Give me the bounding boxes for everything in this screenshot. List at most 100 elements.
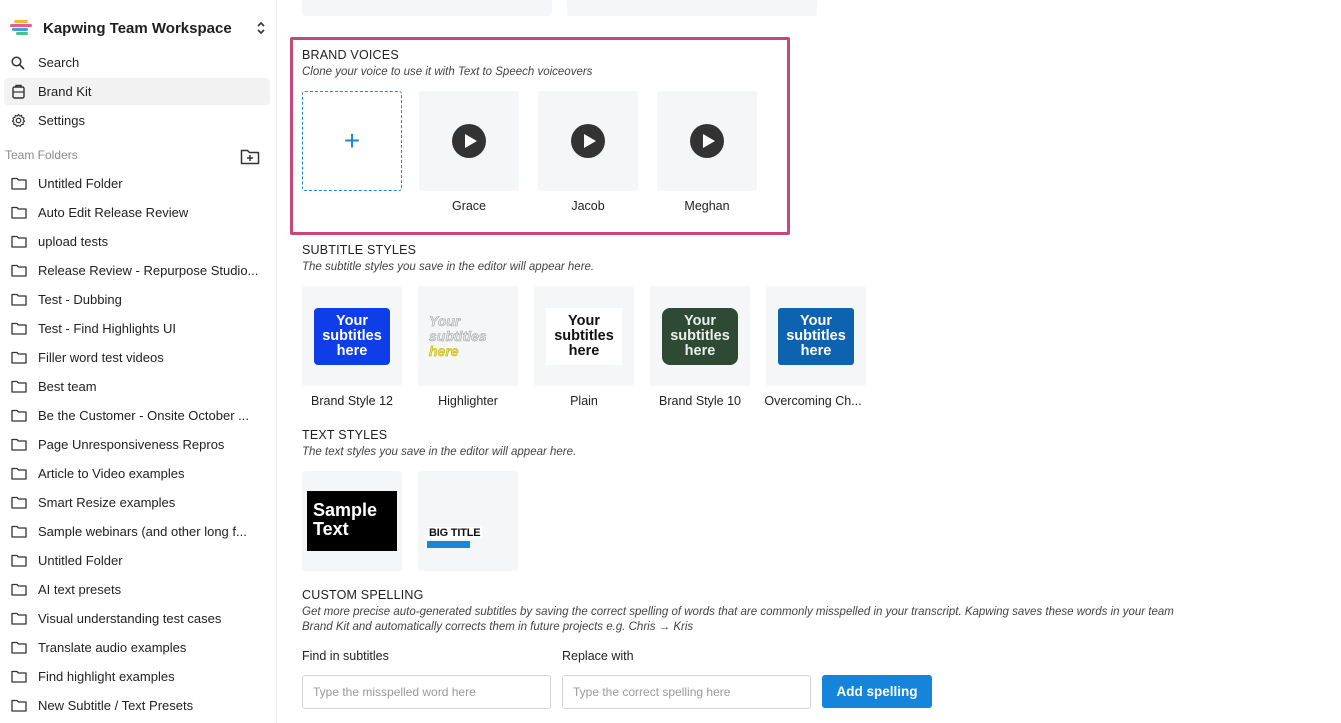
folder-icon — [11, 554, 27, 567]
workspace-switcher[interactable]: Kapwing Team Workspace — [10, 16, 268, 40]
folder-item[interactable]: Article to Video examples — [0, 459, 276, 488]
folder-icon — [11, 467, 27, 480]
folder-label: Untitled Folder — [38, 176, 123, 191]
find-label: Find in subtitles — [302, 649, 389, 663]
partial-card — [302, 0, 552, 16]
folder-label: Article to Video examples — [38, 466, 185, 481]
folder-item[interactable]: Filler word test videos — [0, 343, 276, 372]
folder-item[interactable]: Sample webinars (and other long f... — [0, 517, 276, 546]
nav-search[interactable]: Search — [4, 49, 270, 76]
folder-item[interactable]: Untitled Folder — [0, 546, 276, 575]
kapwing-logo-icon — [10, 20, 32, 36]
folder-icon — [11, 235, 27, 248]
search-icon — [10, 55, 26, 71]
voice-card-grace[interactable] — [419, 91, 519, 191]
brand-kit-icon — [10, 84, 26, 100]
folder-icon — [11, 496, 27, 509]
subtitle-style-highlighter[interactable]: Your subtitles here — [418, 286, 518, 386]
nav-brand-kit[interactable]: Brand Kit — [4, 78, 270, 105]
subtitle-preview: Your subtitles here — [546, 307, 622, 365]
text-preview: Sample Text — [307, 491, 397, 551]
subtitle-preview: Your subtitles here — [662, 307, 738, 365]
folder-item[interactable]: Auto Edit Release Review — [0, 198, 276, 227]
add-spelling-button[interactable]: Add spelling — [822, 675, 932, 708]
folder-label: Test - Dubbing — [38, 292, 122, 307]
subtitle-style-brand-style-10[interactable]: Your subtitles here — [650, 286, 750, 386]
workspace-name: Kapwing Team Workspace — [43, 19, 232, 37]
voice-card-meghan[interactable] — [657, 91, 757, 191]
play-icon[interactable] — [690, 124, 724, 158]
text-style-big-title[interactable]: BIG TITLE — [418, 471, 518, 571]
folder-icon — [11, 670, 27, 683]
misspelled-word-input[interactable] — [302, 675, 551, 709]
subtitle-style-name: Brand Style 10 — [659, 394, 741, 408]
folder-icon — [11, 583, 27, 596]
subtitle-style-plain[interactable]: Your subtitles here — [534, 286, 634, 386]
subtitle-style-overcoming[interactable]: Your subtitles here — [766, 286, 866, 386]
text-preview: BIG TITLE — [427, 527, 483, 539]
folder-label: Smart Resize examples — [38, 495, 176, 510]
folder-icon — [11, 380, 27, 393]
folder-label: Untitled Folder — [38, 553, 123, 568]
folder-item[interactable]: New Subtitle / Text Presets — [0, 691, 276, 720]
folder-item[interactable]: Page Unresponsiveness Repros — [0, 430, 276, 459]
text-preview-bar — [427, 541, 470, 548]
folder-item[interactable]: Untitled Folder — [0, 169, 276, 198]
folder-label: Auto Edit Release Review — [38, 205, 189, 220]
correct-spelling-input[interactable] — [562, 675, 811, 709]
folder-label: Sample webinars (and other long f... — [38, 524, 247, 539]
subtitle-style-name: Highlighter — [438, 394, 498, 408]
folder-label: Be the Customer - Onsite October ... — [38, 408, 249, 423]
folder-item[interactable]: Translate audio examples — [0, 633, 276, 662]
folder-icon — [11, 525, 27, 538]
folder-label: Filler word test videos — [38, 350, 164, 365]
new-folder-button[interactable] — [239, 146, 261, 166]
folder-label: Translate audio examples — [38, 640, 187, 655]
subtitle-style-name: Overcoming Ch... — [764, 394, 862, 408]
folder-item[interactable]: Release Review - Repurpose Studio... — [0, 256, 276, 285]
folder-item[interactable]: Smart Resize examples — [0, 488, 276, 517]
folder-item[interactable]: Be the Customer - Onsite October ... — [0, 401, 276, 430]
folder-item[interactable]: Find highlight examples — [0, 662, 276, 691]
folder-icon — [11, 206, 27, 219]
add-voice-button[interactable]: + — [302, 91, 402, 191]
subtitle-preview: Your subtitles here — [778, 307, 854, 365]
custom-spelling-title: CUSTOM SPELLING — [302, 588, 424, 602]
play-icon[interactable] — [452, 124, 486, 158]
play-icon[interactable] — [571, 124, 605, 158]
folder-icon — [11, 177, 27, 190]
folder-icon — [11, 641, 27, 654]
subtitle-preview: Your subtitles here — [429, 312, 487, 359]
custom-spelling-description: Get more precise auto-generated subtitle… — [302, 606, 1174, 633]
nav-label: Settings — [38, 113, 85, 128]
team-folders-label: Team Folders — [5, 148, 78, 162]
folder-label: Visual understanding test cases — [38, 611, 222, 626]
nav-settings[interactable]: Settings — [4, 107, 270, 134]
folder-item[interactable]: Test - Dubbing — [0, 285, 276, 314]
folder-item[interactable]: Visual understanding test cases — [0, 604, 276, 633]
partial-card — [567, 0, 817, 16]
nav-label: Search — [38, 55, 80, 70]
subtitle-styles-title: SUBTITLE STYLES — [302, 243, 417, 257]
folder-item[interactable]: Best team — [0, 372, 276, 401]
text-styles-subtitle: The text styles you save in the editor w… — [302, 446, 577, 458]
voice-card-jacob[interactable] — [538, 91, 638, 191]
chevron-up-down-icon — [254, 19, 268, 37]
voice-name: Grace — [451, 199, 487, 213]
folder-item[interactable]: upload tests — [0, 227, 276, 256]
subtitle-style-name: Plain — [570, 394, 598, 408]
text-style-sample[interactable]: Sample Text — [302, 471, 402, 571]
folder-icon — [11, 351, 27, 364]
brand-voices-subtitle: Clone your voice to use it with Text to … — [302, 66, 593, 78]
plus-icon: + — [343, 125, 361, 156]
replace-label: Replace with — [562, 649, 634, 663]
subtitle-style-brand-style-12[interactable]: Your subtitles here — [302, 286, 402, 386]
folder-item[interactable]: Test - Find Highlights UI — [0, 314, 276, 343]
subtitle-preview: Your subtitles here — [314, 307, 390, 365]
sidebar: Kapwing Team Workspace Search Brand Kit … — [0, 0, 277, 723]
folder-icon — [11, 322, 27, 335]
folder-item[interactable]: AI text presets — [0, 575, 276, 604]
nav-label: Brand Kit — [38, 84, 92, 99]
folder-icon — [11, 612, 27, 625]
folder-label: Page Unresponsiveness Repros — [38, 437, 225, 452]
